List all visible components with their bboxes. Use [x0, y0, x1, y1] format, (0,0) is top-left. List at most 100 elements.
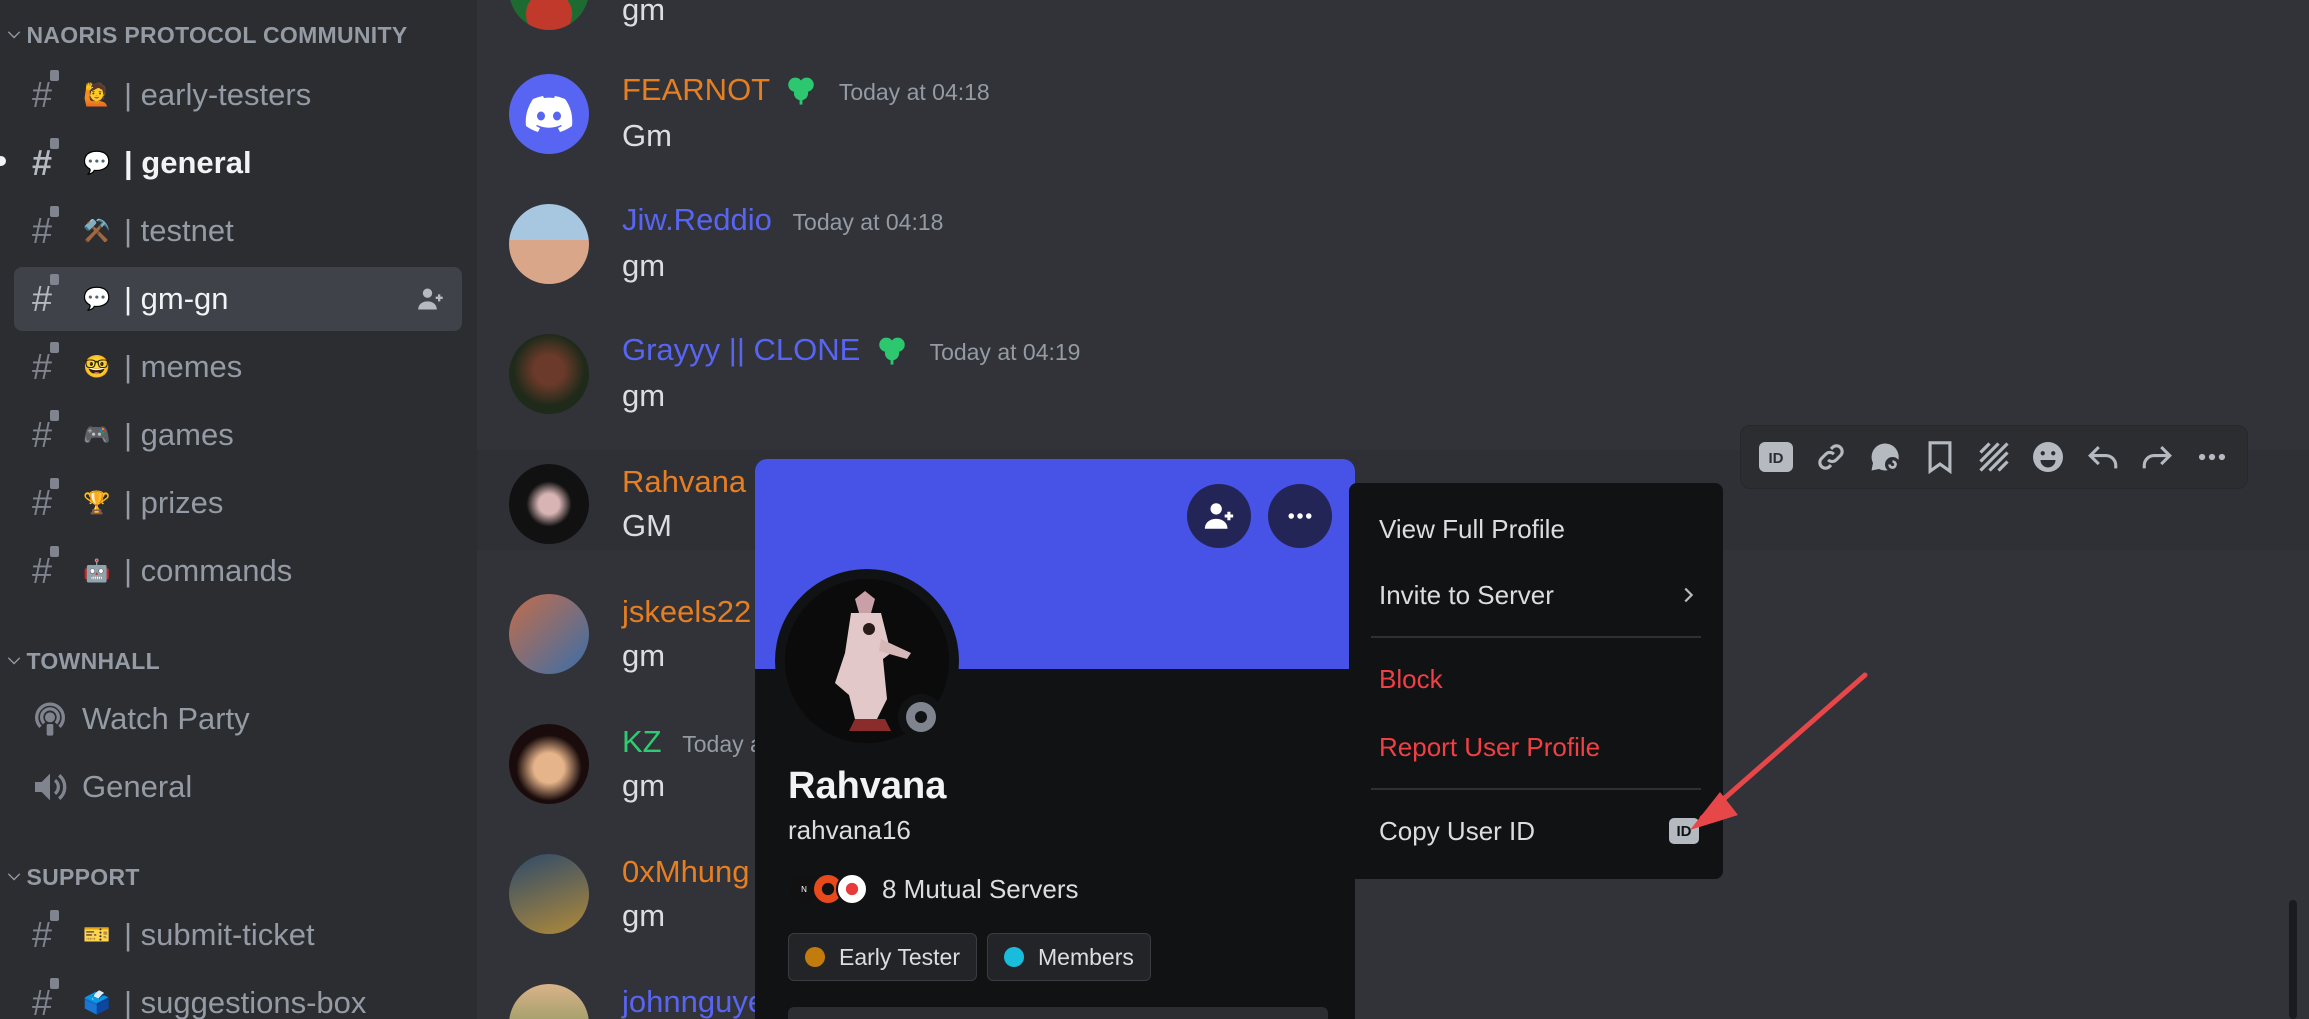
user-avatar[interactable]: [509, 464, 589, 544]
channel-voice-general[interactable]: General: [14, 755, 462, 819]
user-avatar[interactable]: [509, 984, 589, 1019]
status-offline-icon: [898, 694, 944, 740]
channel-memes[interactable]: # 🤓 | memes: [14, 335, 462, 399]
timestamp[interactable]: Today at 04:18: [839, 79, 990, 105]
username[interactable]: johnnguye: [622, 984, 765, 1019]
message-text: gm: [622, 768, 666, 803]
forward-icon[interactable]: [2136, 436, 2178, 478]
channel-name: | gm-gn: [124, 281, 229, 316]
message-actions-toolbar: ID: [1740, 425, 2248, 489]
user-profile-popout: Rahvana rahvana16 N 8 Mutual Servers Ear…: [755, 459, 1355, 1019]
channel-emoji: 🏆: [83, 490, 111, 515]
link-icon[interactable]: [1810, 436, 1852, 478]
hash-lock-icon: #: [14, 70, 70, 116]
channel-submit-ticket[interactable]: # 🎫 | submit-ticket: [14, 903, 462, 967]
channel-name: Watch Party: [82, 701, 250, 736]
channel-gm-gn[interactable]: # 💬 | gm-gn: [14, 267, 462, 331]
channel-emoji: 🎮: [83, 422, 111, 447]
thread-icon[interactable]: [1864, 436, 1906, 478]
channel-commands[interactable]: # 🤖 | commands: [14, 539, 462, 603]
bookmark-icon[interactable]: [1919, 436, 1961, 478]
timestamp[interactable]: Today at 04:18: [793, 209, 944, 235]
message-text: gm: [622, 898, 666, 933]
add-friend-button[interactable]: [1187, 484, 1251, 548]
message-input-stub[interactable]: [788, 1007, 1328, 1019]
super-reaction-icon[interactable]: [1973, 436, 2015, 478]
scrollbar[interactable]: [2289, 900, 2297, 1019]
clover-badge-icon: [879, 337, 905, 365]
menu-copy-user-id[interactable]: Copy User ID ID: [1379, 805, 1699, 857]
menu-view-full-profile[interactable]: View Full Profile: [1379, 503, 1699, 555]
channel-sidebar: ⌵ NAORIS PROTOCOL COMMUNITY # 🙋 | early-…: [0, 0, 477, 1019]
user-avatar[interactable]: [509, 854, 589, 934]
message-item[interactable]: johnnguye: [477, 970, 2309, 1019]
menu-item-label: View Full Profile: [1379, 513, 1565, 544]
user-context-menu: View Full Profile Invite to Server Block…: [1349, 483, 1723, 879]
channel-general[interactable]: # 💬 | general: [14, 131, 462, 195]
channel-testnet[interactable]: # ⚒️ | testnet: [14, 199, 462, 263]
create-invite-icon[interactable]: [416, 285, 446, 313]
menu-invite-to-server[interactable]: Invite to Server: [1379, 569, 1699, 621]
role-list: Early Tester Members: [788, 933, 1151, 981]
discord-logo-icon: [525, 96, 573, 132]
channel-emoji: 🙋: [83, 82, 111, 107]
role-color-dot: [1004, 947, 1025, 967]
profile-display-name: Rahvana: [788, 765, 947, 807]
profile-more-button[interactable]: [1268, 484, 1332, 548]
channel-name: | commands: [124, 553, 293, 588]
user-avatar[interactable]: [509, 594, 589, 674]
category-naoris[interactable]: ⌵ NAORIS PROTOCOL COMMUNITY: [8, 22, 408, 49]
username-row: Rahvana: [622, 464, 746, 500]
hash-lock-icon: #: [14, 978, 70, 1019]
user-avatar[interactable]: [509, 334, 589, 414]
id-icon[interactable]: ID: [1755, 436, 1797, 478]
username[interactable]: Rahvana: [622, 464, 746, 499]
hash-lock-icon: #: [14, 274, 70, 320]
svg-text:ID: ID: [1769, 450, 1784, 467]
role-members[interactable]: Members: [987, 933, 1151, 981]
message-item[interactable]: Grayyy || CLONE Today at 04:19 gm: [477, 320, 2309, 430]
menu-item-label: Invite to Server: [1379, 579, 1554, 610]
profile-username: rahvana16: [788, 815, 911, 845]
add-friend-icon: [1204, 503, 1234, 529]
hash-lock-icon: #: [14, 410, 70, 456]
timestamp[interactable]: Today a: [682, 731, 763, 757]
category-townhall[interactable]: ⌵ TOWNHALL: [8, 648, 160, 675]
timestamp[interactable]: Today at 04:19: [930, 339, 1081, 365]
channel-early-testers[interactable]: # 🙋 | early-testers: [14, 63, 462, 127]
message-item[interactable]: gm: [477, 0, 2309, 30]
server-icon: [836, 873, 868, 905]
more-icon[interactable]: [2191, 436, 2233, 478]
speaker-lock-icon: [35, 773, 67, 801]
reply-icon[interactable]: [2082, 436, 2124, 478]
user-avatar[interactable]: [509, 724, 589, 804]
menu-report-user-profile[interactable]: Report User Profile: [1379, 721, 1699, 773]
category-support[interactable]: ⌵ SUPPORT: [8, 864, 140, 891]
user-avatar[interactable]: [509, 204, 589, 284]
username-row: jskeels22: [622, 594, 751, 630]
username[interactable]: Grayyy || CLONE: [622, 332, 860, 367]
username-row: KZ Today a: [622, 724, 763, 760]
channel-games[interactable]: # 🎮 | games: [14, 403, 462, 467]
message-item[interactable]: Jiw.Reddio Today at 04:18 gm: [477, 190, 2309, 300]
channel-watch-party[interactable]: Watch Party: [14, 687, 462, 751]
channel-suggestions-box[interactable]: # 🗳️ | suggestions-box: [14, 971, 462, 1019]
username[interactable]: KZ: [622, 724, 662, 759]
role-early-tester[interactable]: Early Tester: [788, 933, 978, 981]
channel-emoji: ⚒️: [83, 218, 111, 243]
username[interactable]: 0xMhung: [622, 854, 750, 889]
channel-name: | games: [124, 417, 234, 452]
hash-lock-icon: #: [14, 342, 70, 388]
user-avatar[interactable]: [509, 0, 589, 30]
menu-block[interactable]: Block: [1379, 653, 1699, 705]
message-text: gm: [622, 248, 666, 283]
username[interactable]: Jiw.Reddio: [622, 202, 772, 237]
message-item[interactable]: FEARNOT Today at 04:18 Gm: [477, 60, 2309, 170]
emoji-icon[interactable]: [2027, 436, 2069, 478]
user-avatar[interactable]: [509, 74, 589, 154]
channel-prizes[interactable]: # 🏆 | prizes: [14, 471, 462, 535]
username[interactable]: jskeels22: [622, 594, 751, 629]
username[interactable]: FEARNOT: [622, 72, 770, 107]
stage-icon: [35, 702, 65, 736]
mutual-servers[interactable]: N 8 Mutual Servers: [788, 873, 1079, 905]
